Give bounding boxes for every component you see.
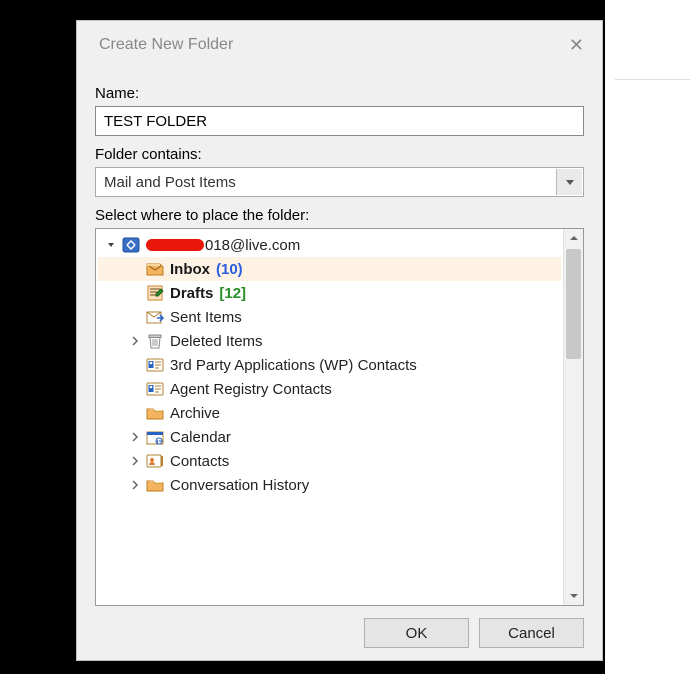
scroll-up-button[interactable] [564, 229, 583, 247]
close-icon[interactable]: ✕ [569, 35, 584, 56]
expand-toggle[interactable] [128, 432, 142, 442]
tree-item-label: Conversation History [170, 477, 309, 494]
sent-icon [146, 309, 164, 325]
dropdown-button[interactable] [556, 169, 582, 195]
tree-item-label: Calendar [170, 429, 231, 446]
chevron-up-icon [570, 236, 578, 240]
contains-select[interactable]: Mail and Post Items [95, 167, 584, 197]
contacts-icon [146, 453, 164, 469]
tree-item-label: 3rd Party Applications (WP) Contacts [170, 357, 417, 374]
name-input[interactable] [95, 106, 584, 136]
account-suffix: 018@live.com [205, 237, 300, 254]
tree-item-label: Drafts [170, 285, 213, 302]
tree-row[interactable]: Contacts [98, 449, 561, 473]
account-icon [122, 237, 140, 253]
redacted-text [146, 239, 204, 251]
ok-button[interactable]: OK [364, 618, 469, 648]
contains-value: Mail and Post Items [104, 174, 236, 191]
folder-icon [146, 477, 164, 493]
placement-label: Select where to place the folder: [95, 207, 584, 224]
inbox-icon [146, 261, 164, 277]
tree-item-label: Inbox [170, 261, 210, 278]
tree-item-label: Contacts [170, 453, 229, 470]
contains-label: Folder contains: [95, 146, 584, 163]
expand-toggle[interactable] [128, 480, 142, 490]
expand-toggle[interactable] [104, 240, 118, 250]
deleted-icon [146, 333, 164, 349]
tree-item-label: Deleted Items [170, 333, 263, 350]
contact-card-icon [146, 357, 164, 373]
tree-row[interactable]: Agent Registry Contacts [98, 377, 561, 401]
cancel-button[interactable]: Cancel [479, 618, 584, 648]
tree-item-label: Agent Registry Contacts [170, 381, 332, 398]
tree-row[interactable]: 3rd Party Applications (WP) Contacts [98, 353, 561, 377]
tree-row[interactable]: Archive [98, 401, 561, 425]
unread-count: (10) [216, 261, 243, 278]
tree-row[interactable]: Drafts [12] [98, 281, 561, 305]
contact-card-icon [146, 381, 164, 397]
folder-icon [146, 405, 164, 421]
tree-row[interactable]: Calendar [98, 425, 561, 449]
create-folder-dialog: Create New Folder ✕ Name: Folder contain… [76, 20, 603, 661]
scroll-thumb[interactable] [566, 249, 581, 359]
calendar-icon [146, 429, 164, 445]
name-label: Name: [95, 85, 584, 102]
drafts-icon [146, 285, 164, 301]
expand-toggle[interactable] [128, 456, 142, 466]
tree-row[interactable]: Inbox (10) [98, 257, 561, 281]
folder-tree[interactable]: 018@live.com Inbox (10) Drafts [12] Sent… [96, 229, 563, 605]
chevron-down-icon [570, 594, 578, 598]
tree-row[interactable]: Sent Items [98, 305, 561, 329]
scrollbar[interactable] [563, 229, 583, 605]
dialog-buttons: OK Cancel [95, 616, 584, 648]
folder-tree-box: 018@live.com Inbox (10) Drafts [12] Sent… [95, 228, 584, 606]
chevron-down-icon [566, 180, 574, 185]
tree-row-account[interactable]: 018@live.com [98, 233, 561, 257]
unread-count: [12] [219, 285, 246, 302]
tree-row[interactable]: Deleted Items [98, 329, 561, 353]
tree-item-label: Archive [170, 405, 220, 422]
scroll-down-button[interactable] [564, 587, 583, 605]
tree-row[interactable]: Conversation History [98, 473, 561, 497]
tree-item-label: Sent Items [170, 309, 242, 326]
expand-toggle[interactable] [128, 336, 142, 346]
titlebar: Create New Folder ✕ [77, 21, 602, 69]
dialog-title: Create New Folder [99, 36, 233, 54]
